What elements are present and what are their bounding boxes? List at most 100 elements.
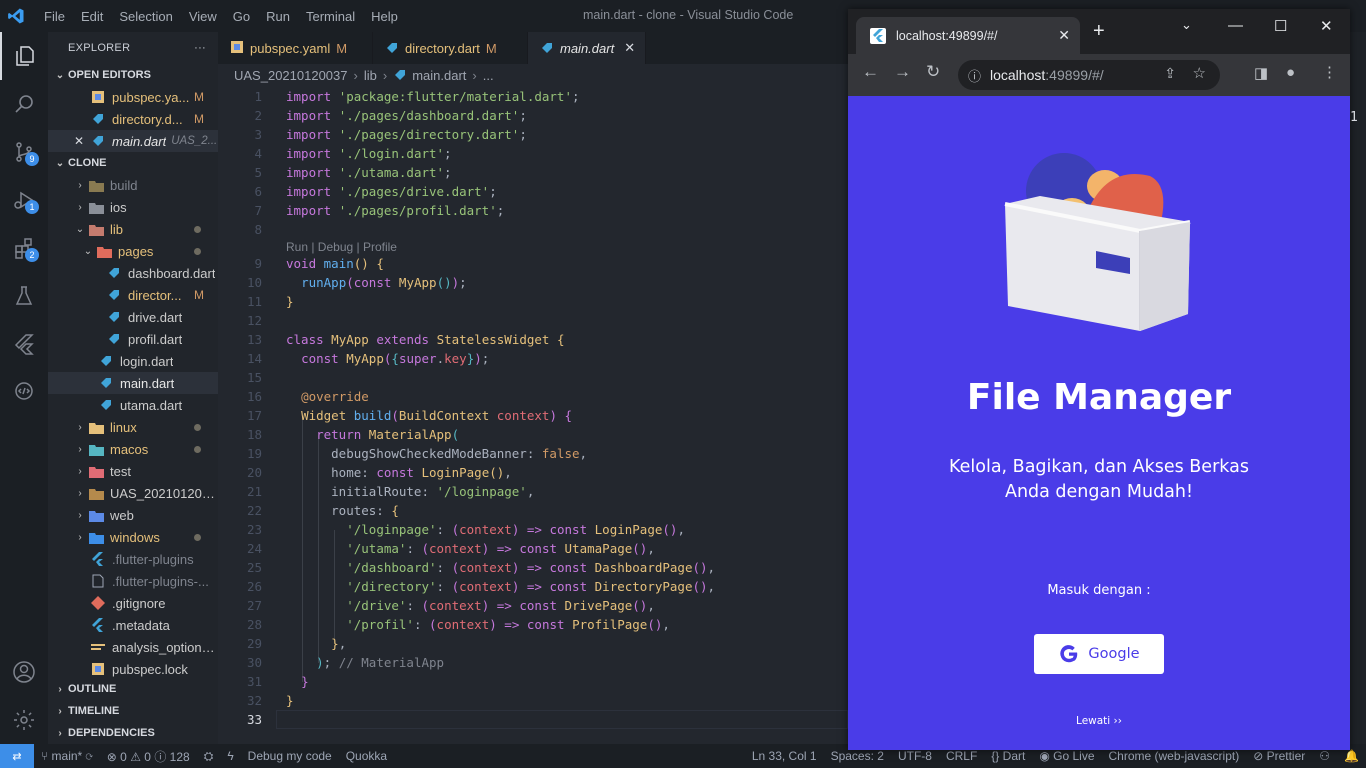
close-tab-icon[interactable]: ✕ <box>1058 27 1070 44</box>
indentation[interactable]: Spaces: 2 <box>824 749 891 763</box>
breadcrumb-item[interactable]: ... <box>483 68 494 83</box>
flutter-device[interactable]: Chrome (web-javascript) <box>1102 749 1247 763</box>
reload-icon[interactable]: ↻ <box>926 62 940 82</box>
open-editor-item[interactable]: directory.d... M <box>48 108 218 130</box>
menu-selection[interactable]: Selection <box>111 9 180 24</box>
browser-tab[interactable]: localhost:49899/#/ ✕ <box>856 17 1080 54</box>
debug-my-code-item[interactable]: Debug my code <box>241 749 339 763</box>
language-mode[interactable]: {} Dart <box>984 749 1032 763</box>
extensions-icon[interactable]: 2 <box>0 224 48 272</box>
codelens-run-debug-profile[interactable]: Run | Debug | Profile <box>286 240 397 254</box>
tree-folder[interactable]: › linux <box>48 416 218 438</box>
share-icon[interactable]: ⇪ <box>1164 65 1176 82</box>
tree-folder[interactable]: ⌄ lib <box>48 218 218 240</box>
notifications-bell-icon[interactable]: 🔔 <box>1337 749 1366 763</box>
dependencies-section[interactable]: › DEPENDENCIES <box>48 722 218 744</box>
problems-indicator[interactable]: ⊗ 0 ⚠ 0 ⓘ 128 <box>100 748 197 765</box>
open-editors-section[interactable]: ⌄ OPEN EDITORS <box>48 64 218 86</box>
tree-folder[interactable]: › web <box>48 504 218 526</box>
menu-help[interactable]: Help <box>363 9 406 24</box>
git-branch[interactable]: ⑂ main* ⟳ <box>34 749 100 763</box>
prettier-item[interactable]: ⊘ Prettier <box>1246 749 1312 763</box>
tree-file[interactable]: login.dart <box>48 350 218 372</box>
tree-file[interactable]: .gitignore <box>48 592 218 614</box>
close-icon[interactable]: ✕ <box>74 134 90 148</box>
tree-file[interactable]: pubspec.lock <box>48 658 218 680</box>
address-bar[interactable]: ⓘ localhost:49899/#/ ⇪ ☆ <box>958 60 1220 90</box>
tree-file[interactable]: .flutter-plugins <box>48 548 218 570</box>
tree-folder[interactable]: › UAS_202101200... <box>48 482 218 504</box>
testing-flask-icon[interactable] <box>0 272 48 320</box>
google-signin-button[interactable]: Google <box>1034 634 1164 674</box>
tree-folder[interactable]: ⌄ pages <box>48 240 218 262</box>
kebab-menu-icon[interactable]: ⋮ <box>1322 63 1337 81</box>
forward-arrow-icon[interactable]: → <box>894 62 911 82</box>
tree-folder[interactable]: › macos <box>48 438 218 460</box>
tree-file[interactable]: profil.dart <box>48 328 218 350</box>
close-tab-icon[interactable]: ✕ <box>624 40 635 56</box>
search-icon[interactable] <box>0 80 48 128</box>
menu-edit[interactable]: Edit <box>73 9 111 24</box>
go-live-button[interactable]: ◉ Go Live <box>1032 749 1101 763</box>
code-line: runApp(const MyApp()); <box>301 275 467 290</box>
maximize-icon[interactable]: ☐ <box>1274 17 1287 35</box>
prettier-check-icon: ⊘ <box>1253 749 1267 763</box>
menu-view[interactable]: View <box>181 9 225 24</box>
open-editor-item[interactable]: pubspec.ya... M <box>48 86 218 108</box>
tree-folder[interactable]: › ios <box>48 196 218 218</box>
tab-pubspec[interactable]: pubspec.yaml M <box>218 32 373 64</box>
quokka-item[interactable]: Quokka <box>339 749 394 763</box>
settings-gear-icon[interactable] <box>0 696 48 744</box>
tree-file-selected[interactable]: main.dart <box>48 372 218 394</box>
outline-section[interactable]: › OUTLINE <box>48 678 218 700</box>
timeline-section[interactable]: › TIMELINE <box>48 700 218 722</box>
tree-file[interactable]: .metadata <box>48 614 218 636</box>
breadcrumb-item[interactable]: UAS_20210120037 <box>234 68 348 83</box>
tree-file[interactable]: analysis_options.... <box>48 636 218 658</box>
modified-indicator: M <box>194 90 204 104</box>
tree-folder[interactable]: › windows <box>48 526 218 548</box>
bookmark-star-icon[interactable]: ☆ <box>1193 64 1206 82</box>
flutter-icon[interactable] <box>0 320 48 368</box>
debug-launch-icon[interactable]: ⛭ <box>197 749 221 764</box>
tab-directory[interactable]: directory.dart M <box>373 32 528 64</box>
cursor-position[interactable]: Ln 33, Col 1 <box>745 749 824 763</box>
run-debug-icon[interactable]: 1 <box>0 176 48 224</box>
menu-file[interactable]: File <box>36 9 73 24</box>
remote-indicator-icon[interactable]: ⇄ <box>0 744 34 768</box>
tree-file[interactable]: utama.dart <box>48 394 218 416</box>
profile-icon[interactable]: ● <box>1286 64 1295 81</box>
side-panel-icon[interactable]: ◨ <box>1254 64 1268 82</box>
tab-main-dart[interactable]: main.dart ✕ <box>528 32 646 64</box>
tree-file[interactable]: dashboard.dart <box>48 262 218 284</box>
minimize-icon[interactable]: — <box>1228 17 1243 34</box>
account-icon[interactable] <box>0 648 48 696</box>
tree-folder[interactable]: › test <box>48 460 218 482</box>
source-control-icon[interactable]: 9 <box>0 128 48 176</box>
breadcrumb-item[interactable]: lib <box>364 68 377 83</box>
explorer-more-button[interactable]: ··· <box>194 42 206 54</box>
end-of-line[interactable]: CRLF <box>939 749 984 763</box>
menu-terminal[interactable]: Terminal <box>298 9 363 24</box>
menu-go[interactable]: Go <box>225 9 258 24</box>
menu-run[interactable]: Run <box>258 9 298 24</box>
tree-file[interactable]: drive.dart <box>48 306 218 328</box>
open-editor-item-active[interactable]: ✕ main.dart UAS_2... <box>48 130 218 152</box>
encoding[interactable]: UTF-8 <box>891 749 939 763</box>
tab-search-chevron-icon[interactable]: ⌄ <box>1181 17 1192 33</box>
breadcrumb-item[interactable]: main.dart <box>412 68 466 83</box>
live-share-chat-icon[interactable] <box>0 368 48 416</box>
close-window-icon[interactable]: ✕ <box>1320 17 1333 35</box>
flash-icon[interactable]: ϟ <box>220 749 240 763</box>
back-arrow-icon[interactable]: ← <box>862 62 879 82</box>
project-section[interactable]: ⌄ CLONE <box>48 152 218 174</box>
tree-file[interactable]: .flutter-plugins-... <box>48 570 218 592</box>
accounts-icon[interactable]: ⚇ <box>1312 749 1337 763</box>
tree-folder[interactable]: › build <box>48 174 218 196</box>
site-info-icon[interactable]: ⓘ <box>968 66 981 85</box>
tree-file[interactable]: director... M <box>48 284 218 306</box>
new-tab-button[interactable]: + <box>1093 20 1105 43</box>
explorer-icon[interactable] <box>0 32 48 80</box>
code-editor[interactable]: 1 2 3 4 5 6 7 8 9 10 11 12 13 14 15 16 1… <box>218 86 848 744</box>
skip-link[interactable]: Lewati ›› <box>848 715 1350 727</box>
